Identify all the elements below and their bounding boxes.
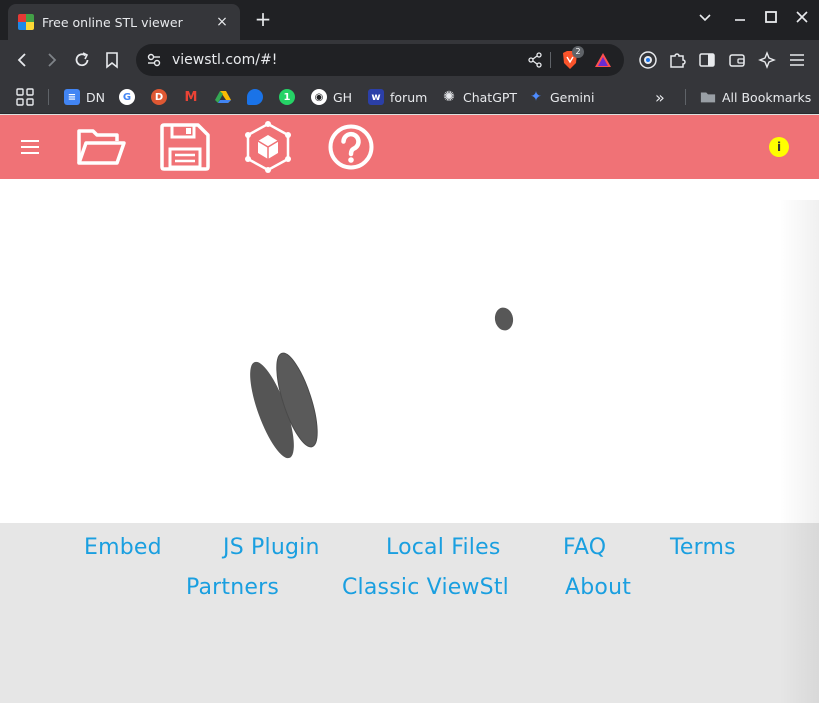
back-icon[interactable]: [12, 50, 32, 70]
all-bookmarks-label: All Bookmarks: [722, 89, 812, 105]
all-bookmarks[interactable]: All Bookmarks: [700, 87, 811, 107]
bookmark-gmail[interactable]: M: [183, 87, 205, 107]
site-footer: Embed JS Plugin Local Files FAQ Terms Pa…: [0, 523, 819, 703]
profile-extension-icon[interactable]: [638, 50, 658, 70]
forum-icon: w: [368, 89, 384, 105]
tab-title: Free online STL viewer: [42, 14, 183, 30]
gemini-icon: ✦: [530, 89, 542, 105]
bookmark-gh[interactable]: ◉ GH: [311, 87, 352, 107]
gmail-icon: M: [184, 89, 198, 105]
hamburger-icon[interactable]: [20, 139, 40, 159]
stl-model-render: [250, 307, 514, 459]
close-window-icon[interactable]: [795, 10, 809, 24]
save-icon[interactable]: [160, 123, 210, 175]
github-icon: ◉: [311, 89, 327, 105]
folder-icon: [700, 89, 716, 105]
brave-rewards-icon[interactable]: [594, 51, 612, 73]
bookmark-duckduckgo[interactable]: D: [151, 87, 173, 107]
folder-open-icon[interactable]: [76, 125, 126, 173]
bookmark-forum[interactable]: w forum: [368, 87, 427, 107]
bookmarks-divider: [48, 89, 49, 105]
cube-view-icon[interactable]: [244, 121, 292, 177]
main-menu-icon[interactable]: [787, 50, 807, 70]
shields-badge: 2: [572, 46, 584, 58]
site-info-icon[interactable]: [146, 52, 162, 72]
stl-viewer-canvas[interactable]: [0, 179, 819, 523]
tab-search-chevron-icon[interactable]: [698, 10, 712, 24]
tab-close-icon[interactable]: ×: [214, 14, 230, 30]
bookmark-label: ChatGPT: [463, 89, 518, 105]
whatsapp-icon: 1: [279, 89, 295, 105]
minimize-icon[interactable]: [733, 10, 747, 24]
bookmark-dn[interactable]: ≡ DN: [64, 87, 105, 107]
duckduckgo-icon: D: [151, 89, 167, 105]
footer-link-js-plugin[interactable]: JS Plugin: [223, 535, 320, 560]
new-tab-button[interactable]: +: [252, 8, 274, 30]
footer-link-faq[interactable]: FAQ: [563, 535, 606, 560]
bookmarks-overflow-icon[interactable]: »: [655, 87, 665, 107]
bookmark-label: Gemini: [550, 89, 595, 105]
address-bar[interactable]: viewstl.com/#! 2: [136, 44, 624, 76]
footer-link-classic-viewstl[interactable]: Classic ViewStl: [342, 575, 509, 600]
bookmark-whatsapp[interactable]: 1: [279, 87, 301, 107]
site-favicon-icon: [18, 14, 34, 30]
help-icon[interactable]: [328, 124, 374, 174]
browser-toolbar: viewstl.com/#! 2: [0, 40, 819, 80]
browser-tab-strip: Free online STL viewer × +: [0, 0, 819, 40]
google-docs-icon: ≡: [64, 89, 80, 105]
footer-link-partners[interactable]: Partners: [186, 575, 279, 600]
sidebar-toggle-icon[interactable]: [697, 50, 717, 70]
footer-link-embed[interactable]: Embed: [84, 535, 162, 560]
forward-icon[interactable]: [42, 50, 62, 70]
footer-link-local-files[interactable]: Local Files: [386, 535, 501, 560]
bookmark-icon[interactable]: [102, 50, 122, 70]
bookmark-label: forum: [390, 89, 428, 105]
bookmark-drive[interactable]: [215, 87, 237, 107]
bookmark-google[interactable]: G: [119, 87, 141, 107]
model-part-small: [494, 307, 514, 331]
omnibox-divider: [550, 52, 551, 68]
maximize-icon[interactable]: [764, 10, 778, 24]
reload-icon[interactable]: [72, 50, 92, 70]
bookmark-gemini[interactable]: ✦ Gemini: [528, 87, 594, 107]
google-drive-icon: [215, 89, 231, 105]
info-button[interactable]: i: [769, 137, 789, 157]
google-icon: G: [119, 89, 135, 105]
url-text: viewstl.com/#!: [172, 52, 278, 68]
footer-link-about[interactable]: About: [565, 575, 631, 600]
chatgpt-icon: ✺: [443, 89, 455, 105]
bookmark-messages[interactable]: [247, 87, 269, 107]
bookmark-chatgpt[interactable]: ✺ ChatGPT: [441, 87, 517, 107]
bookmark-label: GH: [333, 89, 353, 105]
messages-icon: [247, 89, 263, 105]
browser-tab[interactable]: Free online STL viewer ×: [8, 4, 240, 40]
wallet-icon[interactable]: [727, 50, 747, 70]
viewstl-header: i: [0, 115, 819, 179]
bookmarks-bar: ≡ DN G D M 1 ◉ GH w forum ✺ ChatGPT ✦ Ge…: [0, 80, 819, 114]
footer-link-terms[interactable]: Terms: [670, 535, 736, 560]
share-icon[interactable]: [526, 51, 544, 73]
leo-ai-icon[interactable]: [757, 50, 777, 70]
bookmarks-divider: [685, 89, 686, 105]
extensions-puzzle-icon[interactable]: [667, 50, 687, 70]
apps-grid-icon[interactable]: [16, 87, 34, 107]
bookmark-label: DN: [86, 89, 105, 105]
